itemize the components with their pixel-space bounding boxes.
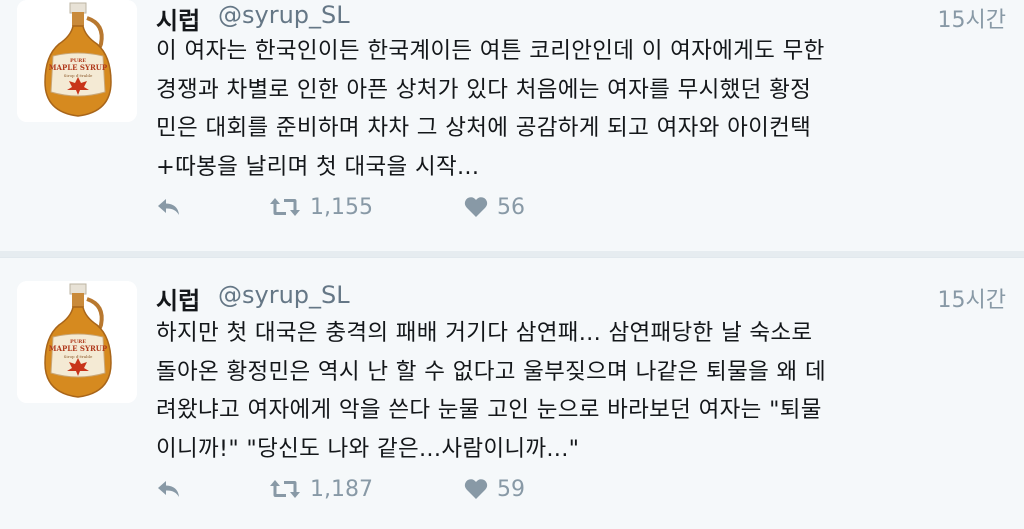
timestamp[interactable]: 15시간 [938,282,1006,314]
avatar[interactable]: PURE MAPLE SYRUP Sirop d'érable [17,281,137,403]
display-name[interactable]: 시럽 [156,1,200,36]
reply-button[interactable] [156,472,182,506]
label-main: MAPLE SYRUP [49,344,108,353]
retweet-icon [270,198,300,216]
like-button[interactable]: 59 [464,472,525,506]
username[interactable]: @syrup_SL [218,281,350,309]
retweet-icon [270,480,300,498]
username[interactable]: @syrup_SL [218,1,350,29]
avatar[interactable]: PURE MAPLE SYRUP Sirop d'érable [17,0,137,122]
maple-syrup-bottle-image: PURE MAPLE SYRUP Sirop d'érable [17,0,137,122]
tweet[interactable]: PURE MAPLE SYRUP Sirop d'érable 시럽 @syru… [0,257,1024,529]
maple-syrup-bottle-image: PURE MAPLE SYRUP Sirop d'érable [17,281,137,403]
tweet-text: 이 여자는 한국인이든 한국계이든 여튼 코리안인데 이 여자에게도 무한 경쟁… [156,32,1006,186]
tweet-header: 시럽 @syrup_SL 15시간 [156,0,1006,36]
tweet[interactable]: PURE MAPLE SYRUP Sirop d'érable 시럽 @syru… [0,0,1024,251]
tweet-text-line: 돌아온 황정민은 역시 난 할 수 없다고 울부짖으며 나같은 퇴물을 왜 데 [156,358,826,385]
tweet-text-line: 경쟁과 차별로 인한 아픈 상처가 있다 처음에는 여자를 무시했던 황정 [156,76,812,103]
tweet-text-line: 민은 대회를 준비하며 차차 그 상처에 공감하게 되고 여자와 아이컨택 [156,115,812,141]
tweet-text-line: 려왔냐고 여자에게 악을 쓴다 눈물 고인 눈으로 바라보던 여자는 "퇴물 [156,397,822,423]
reply-button[interactable] [156,190,182,224]
reply-icon [158,199,179,215]
display-name[interactable]: 시럽 [156,281,200,316]
tweet-actions: 1,187 59 [156,472,656,506]
tweet-actions: 1,155 56 [156,190,656,224]
timestamp[interactable]: 15시간 [938,2,1006,34]
tweet-text-line: 이니까!" "당신도 나와 같은...사람이니까..." [156,435,580,462]
reply-icon [158,481,179,497]
like-count: 59 [497,476,525,502]
retweet-count: 1,155 [310,194,373,220]
tweet-text-line: +따봉을 날리며 첫 대국을 시작... [156,153,480,180]
heart-icon [464,197,488,217]
timeline: PURE MAPLE SYRUP Sirop d'érable 시럽 @syru… [0,0,1024,529]
tweet-header: 시럽 @syrup_SL 15시간 [156,280,1006,316]
label-sub: Sirop d'érable [64,354,93,359]
like-count: 56 [497,194,525,220]
label-main: MAPLE SYRUP [49,63,108,72]
tweet-text-line: 이 여자는 한국인이든 한국계이든 여튼 코리안인데 이 여자에게도 무한 [156,38,825,64]
label-sub: Sirop d'érable [64,73,93,78]
like-button[interactable]: 56 [464,190,525,224]
tweet-text: 하지만 첫 대국은 충격의 패배 거기다 삼연패... 삼연패당한 날 숙소로 … [156,314,1006,468]
tweet-text-line: 하지만 첫 대국은 충격의 패배 거기다 삼연패... 삼연패당한 날 숙소로 [156,320,813,346]
retweet-button[interactable]: 1,155 [269,190,373,224]
heart-icon [464,479,488,499]
retweet-button[interactable]: 1,187 [269,472,373,506]
retweet-count: 1,187 [310,476,373,502]
